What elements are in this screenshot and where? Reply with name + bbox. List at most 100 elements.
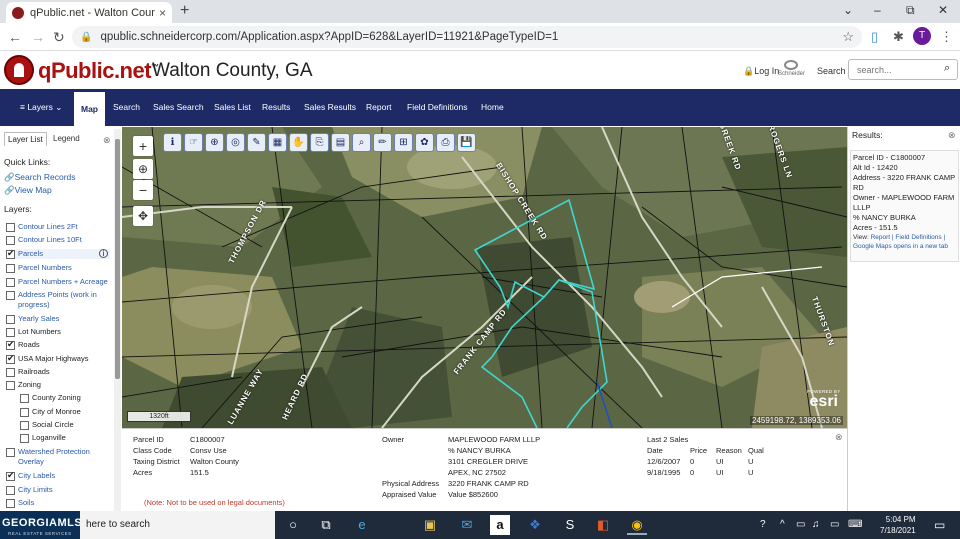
network-icon[interactable]: ▭ xyxy=(830,519,839,530)
nav-layers[interactable]: ≡ Layers ⌄ xyxy=(20,89,62,126)
reload-icon[interactable]: ↻ xyxy=(53,29,65,46)
system-clock[interactable]: 5:04 PM 7/18/2021 xyxy=(880,514,916,536)
layer-contour-2ft[interactable]: Contour Lines 2Ft xyxy=(6,222,78,232)
layer-soils[interactable]: Soils xyxy=(6,498,34,508)
extension-icon[interactable]: ▯ xyxy=(871,29,878,45)
bookmark-star-icon[interactable]: ☆ xyxy=(842,29,854,45)
pan-tool-icon[interactable]: ✋ xyxy=(289,133,308,152)
checkbox[interactable] xyxy=(6,486,15,495)
layer-roads[interactable]: Roads xyxy=(6,339,40,350)
grid-icon[interactable]: ⊞ xyxy=(394,133,413,152)
checkbox[interactable] xyxy=(6,223,15,232)
keyboard-icon[interactable]: ⌨ xyxy=(848,519,862,530)
layer-parcel-numbers[interactable]: Parcel Numbers xyxy=(6,263,72,273)
layer-county-zoning[interactable]: County Zoning xyxy=(20,393,81,403)
profile-avatar[interactable]: T xyxy=(913,27,931,45)
layer-social-circle[interactable]: Social Circle xyxy=(20,420,74,430)
layer-watershed-protection[interactable]: Watershed Protection Overlay xyxy=(6,447,110,467)
close-tab-icon[interactable]: × xyxy=(159,6,166,20)
tray-expand-icon[interactable]: ^ xyxy=(780,519,785,530)
search-records-link[interactable]: 🔗Search Records xyxy=(4,172,76,183)
checkbox[interactable] xyxy=(6,278,15,287)
identify-icon[interactable]: ℹ xyxy=(163,133,182,152)
report-link[interactable]: Report xyxy=(871,234,891,241)
browser-tab[interactable]: qPublic.net - Walton County, GA × xyxy=(6,2,172,23)
checkbox[interactable] xyxy=(6,499,15,508)
new-tab-button[interactable]: + xyxy=(180,2,189,20)
layer-address-points[interactable]: Address Points (work in progress) xyxy=(6,290,110,310)
layer-city-limits[interactable]: City Limits xyxy=(6,485,53,495)
field-definitions-link[interactable]: Field Definitions xyxy=(895,234,941,241)
close-window-button[interactable]: ✕ xyxy=(938,3,948,17)
tab-layer-list[interactable]: Layer List xyxy=(4,132,47,146)
nav-field-definitions[interactable]: Field Definitions xyxy=(407,89,467,126)
checkbox[interactable] xyxy=(6,248,15,259)
battery-icon[interactable]: ▭ xyxy=(796,519,805,530)
globe-icon[interactable]: ⊕ xyxy=(133,159,153,179)
checkbox[interactable] xyxy=(6,470,15,481)
checkbox[interactable] xyxy=(6,315,15,324)
pencil-icon[interactable]: ✏ xyxy=(373,133,392,152)
select-icon[interactable]: ☞ xyxy=(184,133,203,152)
task-view-icon[interactable]: ⧉ xyxy=(316,515,336,535)
zoom-tool-icon[interactable]: ⊕ xyxy=(205,133,224,152)
view-map-link[interactable]: 🔗View Map xyxy=(4,185,52,196)
close-panel-icon[interactable]: ⊗ xyxy=(103,135,111,146)
tab-search-icon[interactable]: ⌄ xyxy=(843,3,853,17)
layers-tool-icon[interactable]: ✿ xyxy=(415,133,434,152)
layer-yearly-sales[interactable]: Yearly Sales xyxy=(6,314,59,324)
amazon-icon[interactable]: a xyxy=(490,515,510,535)
menu-kebab-icon[interactable]: ⋮ xyxy=(940,29,953,45)
checkbox[interactable] xyxy=(6,291,15,300)
buffer-icon[interactable]: ◎ xyxy=(226,133,245,152)
layer-parcel-numbers-acreage[interactable]: Parcel Numbers + Acreage xyxy=(6,277,108,287)
layer-city-of-monroe[interactable]: City of Monroe xyxy=(20,407,81,417)
checkbox[interactable] xyxy=(6,368,15,377)
layer-parcels[interactable]: Parcels xyxy=(6,248,110,259)
copy-icon[interactable]: ⎘ xyxy=(310,133,329,152)
notifications-icon[interactable]: ▭ xyxy=(934,518,945,532)
chrome-icon[interactable]: ◉ xyxy=(627,515,647,535)
login-link[interactable]: 🔒Log In xyxy=(743,66,779,77)
taskbar-search-box[interactable]: here to search xyxy=(80,511,275,539)
table-icon[interactable]: ▤ xyxy=(331,133,350,152)
edge-icon[interactable]: e xyxy=(352,515,372,535)
checkbox[interactable] xyxy=(6,339,15,350)
checkbox[interactable] xyxy=(6,353,15,364)
layer-panel-scrollbar[interactable] xyxy=(114,129,121,511)
zoom-in-button[interactable]: + xyxy=(133,136,153,156)
checkbox[interactable] xyxy=(6,448,15,457)
nav-map[interactable]: Map xyxy=(74,92,105,126)
google-maps-link[interactable]: Google Maps opens in a new tab xyxy=(853,243,948,250)
save-icon[interactable]: 💾 xyxy=(457,133,476,152)
qpublic-logo-icon[interactable] xyxy=(4,55,34,85)
site-logo[interactable]: qPublic.net™ xyxy=(38,58,159,84)
store-icon[interactable]: ▣ xyxy=(420,515,440,535)
layer-usa-major-highways[interactable]: USA Major Highways xyxy=(6,353,88,364)
layer-zoning[interactable]: Zoning xyxy=(6,380,41,390)
volume-icon[interactable]: ♫ xyxy=(812,519,820,530)
result-card[interactable]: Parcel ID - C1800007 Alt Id - 12420 Addr… xyxy=(850,150,959,262)
checkbox[interactable] xyxy=(20,434,29,443)
minimize-button[interactable]: – xyxy=(874,3,881,17)
checkbox[interactable] xyxy=(6,264,15,273)
search-tool-icon[interactable]: ⌕ xyxy=(352,133,371,152)
nav-sales-search[interactable]: Sales Search xyxy=(153,89,204,126)
checkbox[interactable] xyxy=(6,236,15,245)
layer-contour-10ft[interactable]: Contour Lines 10Ft xyxy=(6,235,82,245)
tab-legend[interactable]: Legend xyxy=(50,132,83,145)
map-view[interactable]: BISHOP CREEK RD FRANK CAMP RD THOMPSON D… xyxy=(122,127,847,428)
layer-loganville[interactable]: Loganville xyxy=(20,433,66,443)
office-icon[interactable]: ◧ xyxy=(593,515,613,535)
nav-search[interactable]: Search xyxy=(113,89,140,126)
close-info-icon[interactable]: ⊗ xyxy=(835,432,843,443)
checkbox[interactable] xyxy=(20,421,29,430)
nav-results[interactable]: Results xyxy=(262,89,290,126)
nav-sales-list[interactable]: Sales List xyxy=(214,89,251,126)
close-results-icon[interactable]: ⊗ xyxy=(948,130,956,141)
measure-icon[interactable]: ▦ xyxy=(268,133,287,152)
nav-sales-results[interactable]: Sales Results xyxy=(304,89,356,126)
checkbox[interactable] xyxy=(20,408,29,417)
layer-railroads[interactable]: Railroads xyxy=(6,367,50,377)
layer-info-icon[interactable]: i xyxy=(99,249,108,258)
